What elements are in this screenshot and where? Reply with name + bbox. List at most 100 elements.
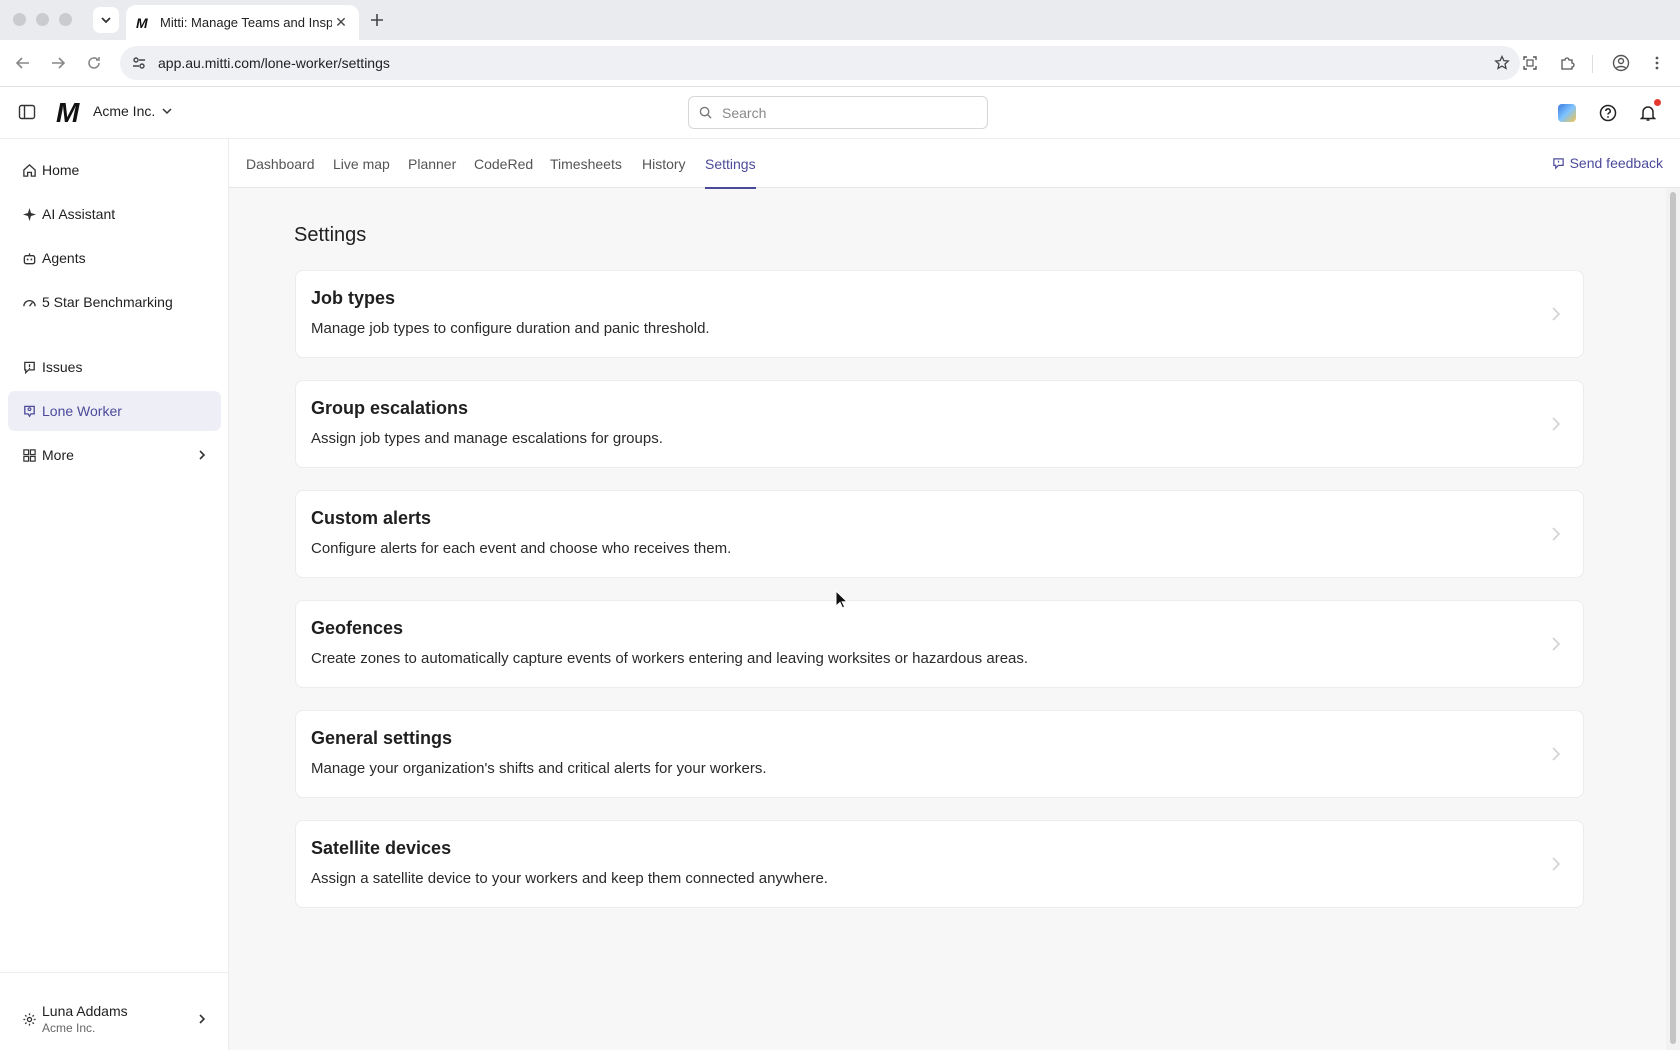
card-description: Configure alerts for each event and choo… [311,540,732,557]
site-settings-icon[interactable] [122,46,156,80]
tab-history[interactable]: History [642,139,686,188]
card-description: Manage job types to configure duration a… [311,320,710,337]
new-tab-button[interactable] [366,9,388,31]
mitti-favicon-icon: M [136,14,148,31]
sidebar-item-more[interactable]: More [8,435,221,475]
sidebar-item-5-star-benchmarking[interactable]: 5 Star Benchmarking [8,282,221,322]
sidebar-item-label: 5 Star Benchmarking [42,294,173,310]
profile-icon[interactable] [1610,52,1632,74]
chevron-down-icon [162,108,172,115]
chevron-right-icon [197,1013,207,1025]
toolbar-divider [1592,55,1593,73]
notification-badge [1654,99,1661,106]
scrollbar-thumb[interactable] [1670,192,1676,1044]
gauge-icon [20,293,38,311]
main-content: Dashboard Live map Planner CodeRed Times… [229,139,1680,1050]
tab-planner[interactable]: Planner [408,139,456,188]
send-feedback-label: Send feedback [1569,155,1663,171]
window-maximize-button[interactable] [59,13,72,26]
forward-button[interactable] [47,52,69,74]
tab-dashboard[interactable]: Dashboard [246,139,315,188]
url-text: app.au.mitti.com/lone-worker/settings [158,55,390,71]
home-icon [20,161,38,179]
sidebar-item-lone-worker[interactable]: Lone Worker [8,391,221,431]
tab-timesheets[interactable]: Timesheets [550,139,622,188]
card-title: Group escalations [311,398,469,418]
window-minimize-button[interactable] [36,13,49,26]
chevron-right-icon [1551,526,1561,542]
browser-menu-icon[interactable] [1646,52,1668,74]
chevron-right-icon [1551,636,1561,652]
reload-icon [88,57,100,69]
sidebar-item-label: AI Assistant [42,206,116,222]
browser-tab-title: Mitti: Manage Teams and Insp [160,15,332,30]
chevron-down-icon [101,17,111,24]
extensions-puzzle-icon[interactable] [1556,52,1578,74]
sidebar-item-issues[interactable]: Issues [8,347,221,387]
search-input[interactable]: Search [688,96,988,129]
sidebar-toggle-icon[interactable] [18,103,38,123]
help-icon[interactable] [1597,102,1619,124]
card-description: Assign job types and manage escalations … [311,430,663,447]
search-placeholder: Search [722,104,767,121]
settings-card-general-settings[interactable]: General settings Manage your organizatio… [295,710,1584,798]
mitti-logo[interactable]: M [56,97,79,129]
chevron-right-icon [1551,856,1561,872]
arrow-left-icon [15,57,29,69]
tab-codered[interactable]: CodeRed [474,139,533,188]
tab-live-map[interactable]: Live map [333,139,390,188]
browser-tab-strip: M Mitti: Manage Teams and Insp ✕ [0,0,1680,40]
org-switcher[interactable]: Acme Inc. [93,103,173,119]
card-title: Satellite devices [311,838,452,858]
chevron-right-icon [197,449,207,461]
back-button[interactable] [12,52,34,74]
person-pin-icon [20,402,38,420]
sidebar-item-home[interactable]: Home [8,150,221,190]
sidebar-item-label: Lone Worker [42,403,122,419]
settings-card-custom-alerts[interactable]: Custom alerts Configure alerts for each … [295,490,1584,578]
notifications-bell-icon[interactable] [1637,99,1661,124]
browser-toolbar: app.au.mitti.com/lone-worker/settings [0,40,1680,87]
bookmark-star-icon[interactable] [1494,55,1510,71]
address-bar[interactable]: app.au.mitti.com/lone-worker/settings [120,46,1520,80]
page-title: Settings [294,224,367,246]
sidebar-item-label: More [42,447,74,463]
browser-tab-active[interactable]: M Mitti: Manage Teams and Insp ✕ [126,5,359,40]
card-title: Job types [311,288,396,308]
grid-icon [20,446,38,464]
settings-card-group-escalations[interactable]: Group escalations Assign job types and m… [295,380,1584,468]
sidebar-item-agents[interactable]: Agents [8,238,221,278]
settings-card-geofences[interactable]: Geofences Create zones to automatically … [295,600,1584,688]
sidebar-item-ai-assistant[interactable]: AI Assistant [8,194,221,234]
alert-bubble-icon [20,358,38,376]
settings-card-satellite-devices[interactable]: Satellite devices Assign a satellite dev… [295,820,1584,908]
mouse-cursor-icon [835,590,849,609]
send-feedback-button[interactable]: Send feedback [1552,155,1663,171]
app-launcher-icon[interactable] [1556,102,1578,124]
scrollbar[interactable] [1666,188,1680,1050]
settings-card-job-types[interactable]: Job types Manage job types to configure … [295,270,1584,358]
tab-search-button[interactable] [93,7,119,33]
sidebar-item-label: Agents [42,250,86,266]
tab-close-icon[interactable]: ✕ [333,14,349,31]
sidebar: Home AI Assistant Agents 5 Star Benchmar… [0,139,229,1050]
card-description: Create zones to automatically capture ev… [311,650,1029,667]
sidebar-divider [0,972,229,973]
chevron-right-icon [1551,306,1561,322]
user-name: Luna Addams [42,1003,128,1019]
window-close-button[interactable] [13,13,26,26]
chevron-right-icon [1551,746,1561,762]
feedback-icon [1552,157,1564,170]
user-org: Acme Inc. [42,1021,96,1035]
robot-icon [20,249,38,267]
gear-icon [20,1010,38,1028]
screen-capture-icon[interactable] [1519,52,1541,74]
card-title: General settings [311,728,453,748]
card-description: Assign a satellite device to your worker… [311,870,828,887]
org-name: Acme Inc. [93,103,156,119]
reload-button[interactable] [83,52,105,74]
sparkle-icon [20,205,38,223]
chevron-right-icon [1551,416,1561,432]
tab-settings[interactable]: Settings [705,139,756,189]
user-menu[interactable]: Luna Addams Acme Inc. [8,995,221,1043]
